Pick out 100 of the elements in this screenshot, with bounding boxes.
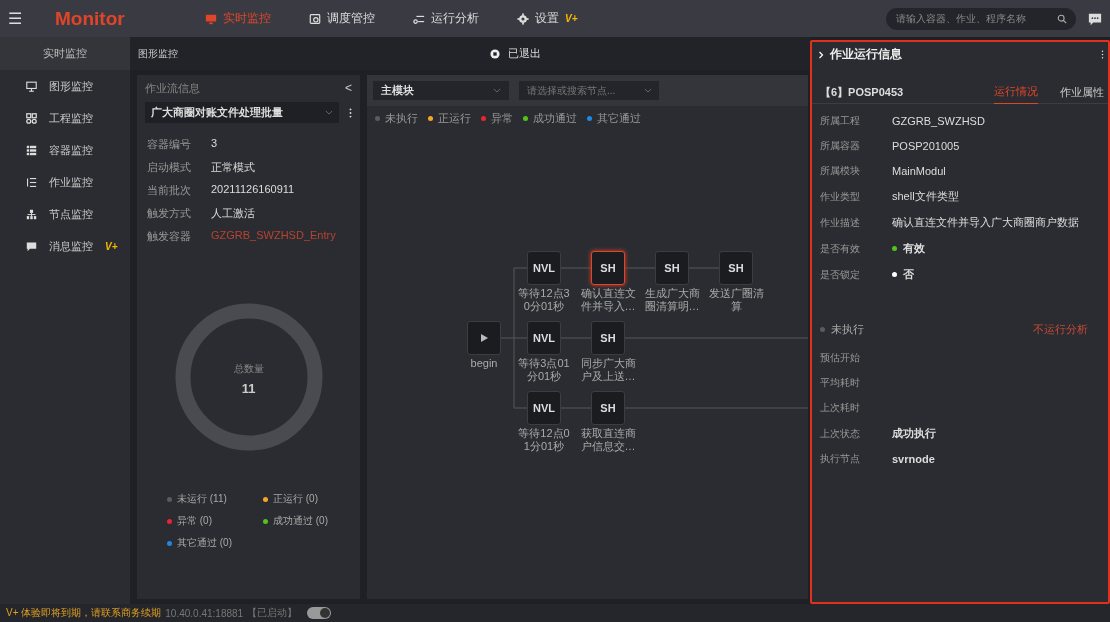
field-label: 是否锁定 — [820, 267, 861, 282]
node-caption: 确认直连文件并导入… — [580, 287, 636, 313]
flow-node[interactable]: NVL — [527, 251, 561, 285]
field-value: svrnode — [892, 453, 935, 465]
panel-tab[interactable]: 运行情况 — [994, 80, 1038, 104]
field-label: 启动模式 — [147, 160, 192, 175]
screen-icon — [26, 80, 37, 92]
flow-node[interactable]: SH — [591, 321, 625, 355]
flow-node[interactable]: SH — [591, 391, 625, 425]
legend-label: 其它通过 (0) — [177, 536, 232, 550]
grid-icon — [26, 112, 37, 124]
flow-node[interactable] — [467, 321, 501, 355]
field-label: 当前批次 — [147, 183, 192, 198]
calendar-icon — [309, 12, 321, 25]
field-value: shell文件类型 — [892, 189, 959, 204]
tree-icon — [26, 208, 37, 220]
sidebar-item[interactable]: 节点监控 — [0, 198, 130, 230]
toggle-switch[interactable] — [307, 607, 332, 619]
field-label: 触发容器 — [147, 229, 192, 244]
field-label: 所属容器 — [820, 139, 861, 153]
field-value: MainModul — [892, 165, 946, 177]
stop-icon — [490, 48, 500, 59]
field-label: 是否有效 — [820, 241, 861, 256]
app-logo: Monitor — [55, 7, 126, 30]
chevron-down-icon — [644, 88, 652, 93]
sidebar-title: 实时监控 — [0, 37, 130, 70]
node-caption: 同步广大商户及上送… — [580, 357, 636, 383]
nav-tab[interactable]: 调度管控 — [309, 10, 375, 27]
legend-label: 其它通过 — [597, 111, 641, 126]
flow-node[interactable]: NVL — [527, 391, 561, 425]
server-address: 10.40.0.41:18881 — [165, 607, 244, 619]
field-value: 确认直连文件并导入广大商圈商户数据 — [892, 215, 1079, 230]
field-value: 人工激活 — [211, 206, 255, 221]
node-search-field[interactable]: 请选择或搜索节点... — [519, 81, 659, 100]
tasks-icon — [26, 176, 37, 188]
field-value: 有效 — [903, 241, 925, 256]
field-value: 20211126160911 — [211, 183, 295, 197]
chevron-down-icon — [493, 88, 501, 93]
legend-label: 正运行 — [438, 111, 471, 126]
flow-node[interactable]: SH — [719, 251, 753, 285]
monitor-icon — [205, 12, 217, 25]
sidebar-item[interactable]: 作业监控 — [0, 166, 130, 198]
flow-select[interactable]: 广大商圈对账文件处理批量 — [145, 102, 339, 123]
field-label: 作业类型 — [820, 189, 861, 204]
more-icon[interactable] — [1101, 50, 1104, 59]
search-field[interactable]: 请输入容器、作业、程序名称 — [886, 7, 1076, 30]
legend-label: 成功通过 — [533, 111, 577, 126]
node-caption: 发送广圈清算 — [708, 287, 764, 313]
page-title: 图形监控 — [138, 46, 178, 61]
field-label: 所属工程 — [820, 114, 861, 128]
total-value: 11 — [241, 381, 256, 396]
flow-node[interactable]: SH — [655, 251, 689, 285]
more-icon[interactable] — [349, 107, 352, 118]
node-caption: 获取直连商户信息交… — [580, 427, 636, 453]
field-label: 上次状态 — [820, 426, 861, 441]
run-state: 未执行 — [831, 322, 864, 337]
node-caption: 生成广大商圈清算明… — [644, 287, 700, 313]
settings-icon — [517, 12, 529, 25]
search-icon[interactable] — [1057, 13, 1067, 24]
legend-label: 异常 (0) — [177, 514, 212, 528]
field-label: 预估开始 — [820, 351, 861, 365]
legend-label: 异常 — [491, 111, 513, 126]
field-label: 执行节点 — [820, 452, 861, 466]
sidebar-item[interactable]: 容器监控 — [0, 134, 130, 166]
flow-node[interactable]: NVL — [527, 321, 561, 355]
sidebar-item[interactable]: 图形监控 — [0, 70, 130, 102]
sidebar-item[interactable]: 工程监控 — [0, 102, 130, 134]
panel-title: 作业流信息 — [145, 81, 200, 96]
field-label: 平均耗时 — [820, 376, 861, 390]
field-value: 3 — [211, 137, 218, 151]
menu-icon[interactable]: ☰ — [8, 9, 30, 28]
chevron-right-icon[interactable] — [818, 50, 824, 59]
field-value: 正常模式 — [211, 160, 255, 175]
list-icon — [26, 144, 37, 156]
node-caption: 等待3点01分01秒 — [517, 357, 571, 383]
field-value: POSP201005 — [892, 140, 960, 152]
chat-icon — [26, 240, 37, 252]
total-label: 总数量 — [233, 362, 264, 376]
chat-icon[interactable] — [1088, 11, 1102, 26]
field-label: 容器编号 — [147, 137, 192, 152]
legend-label: 成功通过 (0) — [273, 514, 328, 528]
node-caption: 等待12点30分01秒 — [517, 287, 571, 313]
field-label: 上次耗时 — [820, 401, 861, 415]
field-label: 触发方式 — [147, 206, 192, 221]
field-label: 所属模块 — [820, 164, 861, 178]
field-value: GZGRB_SWZHSD — [892, 115, 985, 127]
module-select[interactable]: 主模块 — [373, 81, 509, 100]
flow-node[interactable]: SH — [591, 251, 625, 285]
play-icon — [479, 333, 489, 343]
field-value: 成功执行 — [892, 426, 936, 441]
panel-tab[interactable]: 作业属性 — [1060, 80, 1104, 104]
server-state: 【已启动】 — [247, 606, 298, 620]
field-value: 否 — [903, 267, 914, 282]
chevron-down-icon — [325, 110, 333, 115]
node-caption: begin — [469, 357, 499, 370]
collapse-button[interactable]: < — [345, 81, 352, 96]
expiry-notice: V+ 体验即将到期，请联系商务续期 — [6, 606, 162, 620]
nav-tab[interactable]: 运行分析 — [413, 10, 479, 27]
job-name: 【6】POSP0453 — [820, 84, 905, 100]
field-label: 作业描述 — [820, 215, 861, 230]
